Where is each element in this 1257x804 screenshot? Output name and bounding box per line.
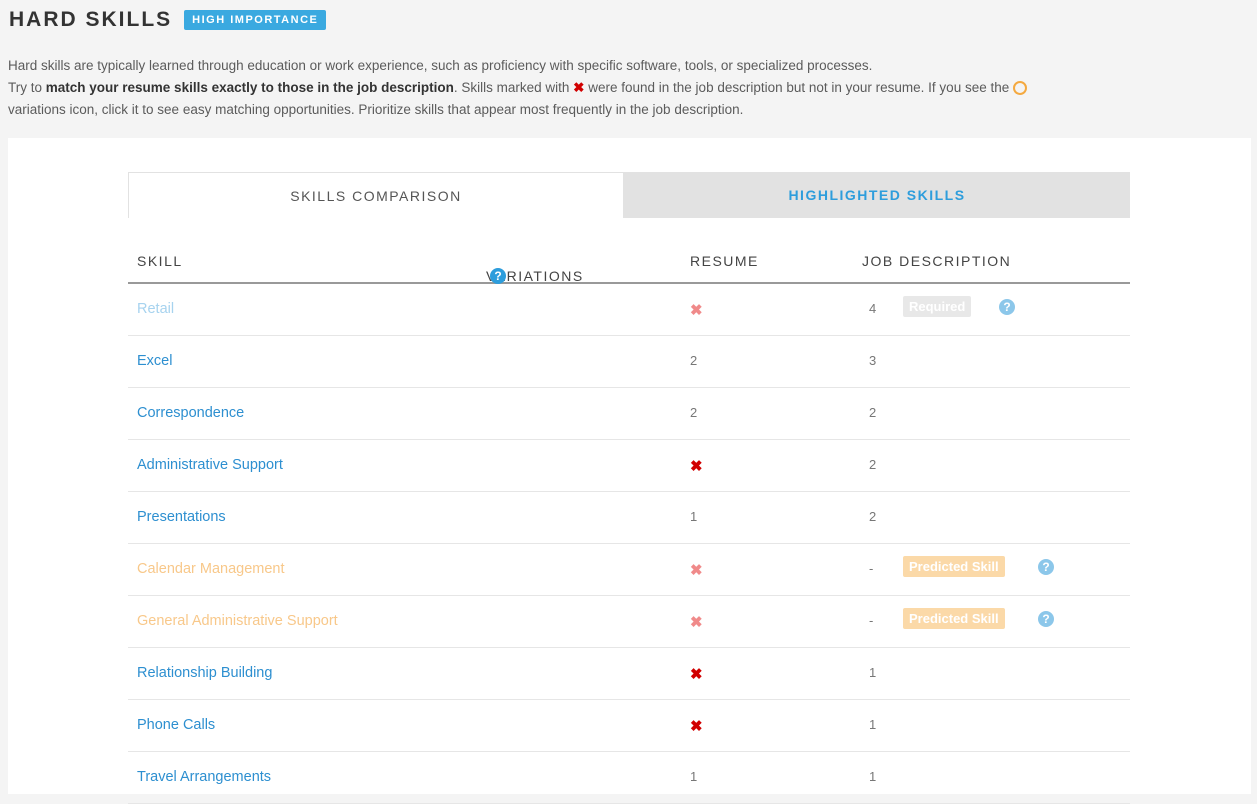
section-header: HARD SKILLS HIGH IMPORTANCE	[9, 8, 327, 32]
job-count: 1	[869, 717, 877, 732]
tab-highlighted-skills[interactable]: HIGHLIGHTED SKILLS	[624, 172, 1130, 218]
job-count: -	[869, 561, 874, 576]
skill-link[interactable]: Phone Calls	[137, 717, 215, 733]
intro-line-1: Hard skills are typically learned throug…	[8, 58, 873, 73]
section-title: HARD SKILLS	[9, 8, 173, 31]
job-count: 3	[869, 353, 877, 368]
table-row: Administrative Support ✖ 2	[128, 440, 1130, 492]
job-count: 2	[869, 509, 877, 524]
table-row: Excel 2 3	[128, 336, 1130, 388]
resume-count: 1	[690, 769, 698, 784]
job-count: 1	[869, 769, 877, 784]
skill-link[interactable]: Calendar Management	[137, 561, 285, 577]
skill-link[interactable]: Travel Arrangements	[137, 769, 271, 785]
job-count: 1	[869, 665, 877, 680]
skills-table: SKILL VARIATIONS? RESUME JOB DESCRIPTION…	[128, 238, 1130, 804]
table-row: Correspondence 2 2	[128, 388, 1130, 440]
intro-text: Hard skills are typically learned throug…	[8, 55, 1248, 121]
question-circle-icon[interactable]: ?	[999, 299, 1015, 316]
skill-link[interactable]: Correspondence	[137, 405, 244, 421]
skill-link[interactable]: Retail	[137, 301, 174, 317]
resume-count: 1	[690, 509, 698, 524]
table-header: SKILL VARIATIONS? RESUME JOB DESCRIPTION	[128, 238, 1130, 284]
ring-icon	[1012, 81, 1027, 95]
x-icon: ✖	[573, 80, 585, 95]
skill-link[interactable]: General Administrative Support	[137, 613, 338, 629]
table-row: Travel Arrangements 1 1	[128, 752, 1130, 804]
x-icon: ✖	[690, 458, 703, 475]
skills-panel: SKILLS COMPARISON HIGHLIGHTED SKILLS SKI…	[8, 138, 1251, 804]
skill-link[interactable]: Relationship Building	[137, 665, 272, 681]
predicted-skill-tag: Predicted Skill	[903, 556, 1005, 577]
job-count: 2	[869, 405, 877, 420]
intro-line-2: Try to match your resume skills exactly …	[8, 77, 1248, 99]
skill-link[interactable]: Excel	[137, 353, 172, 369]
intro-line-3: variations icon, click it to see easy ma…	[8, 102, 744, 117]
predicted-skill-tag: Predicted Skill	[903, 608, 1005, 629]
x-icon: ✖	[690, 302, 703, 319]
x-icon: ✖	[690, 718, 703, 735]
question-circle-icon[interactable]: ?	[490, 268, 506, 284]
job-count: -	[869, 613, 874, 628]
table-row: Presentations 1 2	[128, 492, 1130, 544]
job-count: 4	[869, 301, 877, 316]
table-row: General Administrative Support ✖ - Predi…	[128, 596, 1130, 648]
skill-link[interactable]: Administrative Support	[137, 457, 283, 473]
required-tag: Required	[903, 296, 972, 317]
x-icon: ✖	[690, 666, 703, 683]
skill-link[interactable]: Presentations	[137, 509, 226, 525]
question-circle-icon[interactable]: ?	[1038, 611, 1054, 628]
table-row: Calendar Management ✖ - Predicted Skill …	[128, 544, 1130, 596]
table-row: Phone Calls ✖ 1	[128, 700, 1130, 752]
col-header-skill: SKILL	[137, 253, 183, 269]
table-row: Relationship Building ✖ 1	[128, 648, 1130, 700]
col-header-job-description: JOB DESCRIPTION	[862, 253, 1012, 269]
resume-count: 2	[690, 405, 698, 420]
tab-bar: SKILLS COMPARISON HIGHLIGHTED SKILLS	[128, 172, 1130, 218]
question-circle-icon[interactable]: ?	[1038, 559, 1054, 576]
importance-badge: HIGH IMPORTANCE	[184, 10, 327, 30]
intro-emphasis: match your resume skills exactly to thos…	[45, 80, 454, 95]
tab-skills-comparison[interactable]: SKILLS COMPARISON	[128, 172, 624, 218]
col-header-resume: RESUME	[690, 253, 759, 269]
job-count: 2	[869, 457, 877, 472]
x-icon: ✖	[690, 562, 703, 579]
table-row: Retail ✖ 4 Required ?	[128, 284, 1130, 336]
x-icon: ✖	[690, 614, 703, 631]
resume-count: 2	[690, 353, 698, 368]
